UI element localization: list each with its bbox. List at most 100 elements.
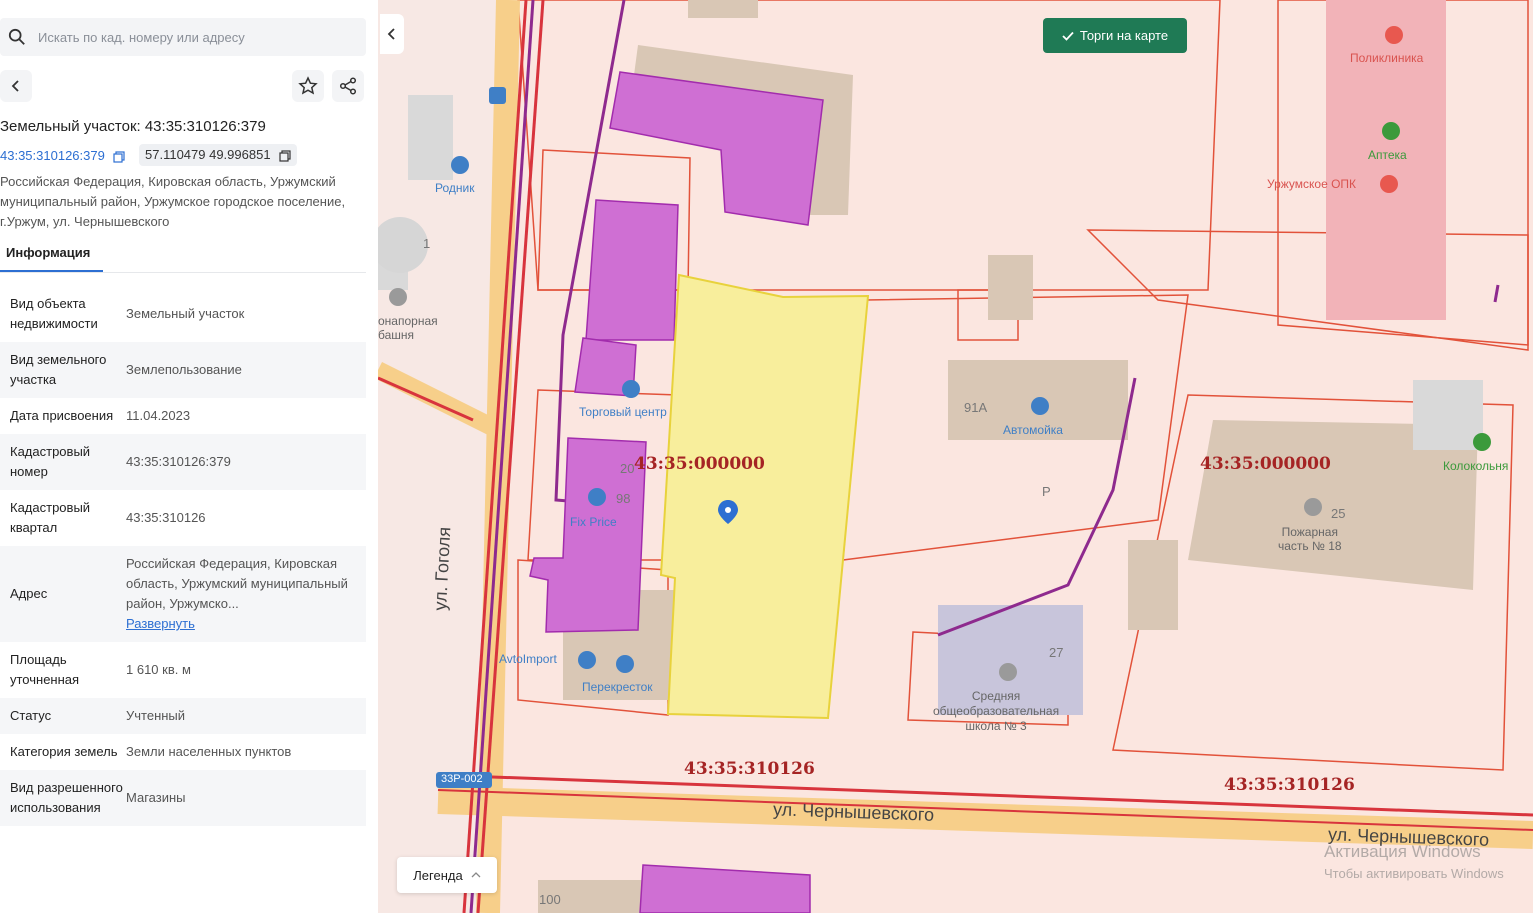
building-selected-layer	[639, 864, 811, 913]
utility-line	[1493, 284, 1500, 303]
label-pharmacy: Аптека	[1368, 148, 1407, 162]
building-selected-layer	[585, 199, 679, 341]
prop-row-address: Адрес Российская Федерация, Кировская об…	[0, 546, 366, 642]
pharmacy-icon[interactable]	[1382, 122, 1400, 140]
shop-icon[interactable]	[451, 156, 469, 174]
cadastral-map[interactable]: Родник онапорная башня Торговый центр Fi…	[378, 0, 1533, 913]
map-canvas[interactable]	[378, 0, 1533, 913]
watermark-subtitle: Чтобы активировать Windows	[1324, 866, 1504, 881]
check-icon	[1062, 31, 1074, 41]
prop-label: Вид объекта недвижимости	[10, 296, 98, 331]
copy-icon[interactable]	[279, 149, 291, 162]
quarter-label: 43:35:310126	[1224, 775, 1355, 795]
label-bell-tower: Колокольня	[1443, 459, 1509, 473]
prop-row-land-type: Вид земельного участка Землепользование	[0, 342, 366, 398]
label-perekrestok: Перекресток	[582, 680, 653, 694]
info-panel: Искать по кад. номеру или адресу Земельн…	[0, 0, 378, 913]
quarter-label: 43:35:310126	[684, 759, 815, 779]
prop-row-category: Категория земель Земли населенных пункто…	[0, 734, 366, 770]
label-fix-price: Fix Price	[570, 515, 617, 529]
expand-link[interactable]: Развернуть	[126, 616, 195, 631]
object-title: Земельный участок: 43:35:310126:379	[0, 118, 266, 135]
prop-label: Адрес	[10, 586, 48, 601]
chevron-left-icon	[11, 80, 19, 92]
star-icon	[298, 76, 318, 95]
prop-value: 43:35:310126	[126, 510, 206, 525]
label-rodnik: Родник	[435, 181, 475, 195]
house-number: 27	[1049, 645, 1064, 660]
label-street-gogolya: ул. Гоголя	[430, 526, 455, 612]
address-value: Российская Федерация, Кировская область,…	[126, 556, 348, 611]
watermark-title: Активация Windows	[1324, 842, 1481, 861]
search-icon	[8, 28, 25, 45]
prop-value: 43:35:310126:379	[126, 454, 231, 469]
label-opk: Уржумское ОПК	[1267, 177, 1357, 191]
collapse-panel-button[interactable]	[380, 14, 404, 54]
share-button[interactable]	[332, 70, 364, 102]
prop-value: 11.04.2023	[126, 408, 191, 423]
prop-label: Вид земельного участка	[10, 352, 107, 387]
house-number: 25	[1331, 506, 1346, 521]
flag-icon[interactable]	[389, 288, 407, 306]
auction-toggle-button[interactable]: Торги на карте	[1043, 18, 1187, 53]
prop-label: Кадастровый квартал	[10, 500, 91, 535]
building	[988, 255, 1033, 320]
selected-parcel[interactable]	[659, 273, 870, 720]
prop-label: Вид разрешенного использования	[10, 780, 123, 815]
label-fire-station: Пожарная часть № 18	[1278, 525, 1342, 553]
church-icon[interactable]	[1473, 433, 1491, 451]
coordinates-badge[interactable]: 57.110479 49.996851	[139, 144, 298, 166]
prop-value: 1 610 кв. м	[126, 662, 191, 677]
tab-info[interactable]: Информация	[6, 245, 90, 260]
auction-label: Торги на карте	[1079, 28, 1169, 43]
building	[1413, 380, 1483, 450]
legend-label: Легенда	[413, 867, 463, 883]
house-number: 20	[620, 461, 635, 476]
car-wash-icon[interactable]	[1031, 397, 1049, 415]
prop-row-cad-quarter: Кадастровый квартал 43:35:310126	[0, 490, 366, 546]
coordinates-text: 57.110479 49.996851	[145, 147, 271, 162]
prop-label: Дата присвоения	[10, 408, 114, 423]
quarter-label: 43:35:000000	[1200, 454, 1331, 474]
hospital-icon[interactable]	[1380, 175, 1398, 193]
bus-stop-icon[interactable]	[489, 87, 506, 104]
copy-icon[interactable]	[113, 150, 126, 163]
favorite-button[interactable]	[292, 70, 324, 102]
prop-label: Статус	[10, 708, 52, 723]
legend-button[interactable]: Легенда	[397, 857, 497, 893]
cad-number-link[interactable]: 43:35:310126:379	[0, 148, 126, 163]
car-icon[interactable]	[578, 651, 596, 669]
building	[1128, 540, 1178, 630]
chevron-up-icon	[471, 872, 481, 878]
chevron-left-icon	[387, 28, 395, 40]
label-avtomoyka: Автомойка	[1003, 423, 1063, 437]
basket-icon[interactable]	[616, 655, 634, 673]
prop-value: Земельный участок	[126, 306, 245, 321]
prop-label: Кадастровый номер	[10, 444, 91, 479]
label-road-code: 33Р-002	[441, 773, 483, 785]
fire-station-icon[interactable]	[1304, 498, 1322, 516]
prop-label: Площадь уточненная	[10, 652, 80, 687]
building-selected-layer	[609, 71, 824, 226]
search-box[interactable]: Искать по кад. номеру или адресу	[0, 18, 366, 56]
label-avtoimport: AvtoImport	[499, 652, 557, 666]
tab-divider	[0, 272, 366, 273]
prop-value: Магазины	[126, 790, 186, 805]
prop-row-object-type: Вид объекта недвижимости Земельный участ…	[0, 286, 366, 342]
school-icon[interactable]	[999, 663, 1017, 681]
object-address: Российская Федерация, Кировская область,…	[0, 174, 346, 229]
prop-value: Учтенный	[126, 708, 186, 723]
house-number: 100	[539, 892, 561, 907]
quarter-label: 43:35:000000	[634, 454, 765, 474]
label-polyclinic: Поликлиника	[1350, 51, 1424, 65]
prop-row-status: Статус Учтенный	[0, 698, 366, 734]
hospital-icon[interactable]	[1385, 26, 1403, 44]
search-input[interactable]: Искать по кад. номеру или адресу	[38, 30, 245, 45]
back-button[interactable]	[0, 70, 32, 102]
prop-row-cad-number: Кадастровый номер 43:35:310126:379	[0, 434, 366, 490]
shop-icon[interactable]	[588, 488, 606, 506]
prop-row-area: Площадь уточненная 1 610 кв. м	[0, 642, 366, 698]
cad-number-text[interactable]: 43:35:310126:379	[0, 148, 105, 163]
house-number: 98	[616, 491, 631, 506]
shop-icon[interactable]	[622, 380, 640, 398]
